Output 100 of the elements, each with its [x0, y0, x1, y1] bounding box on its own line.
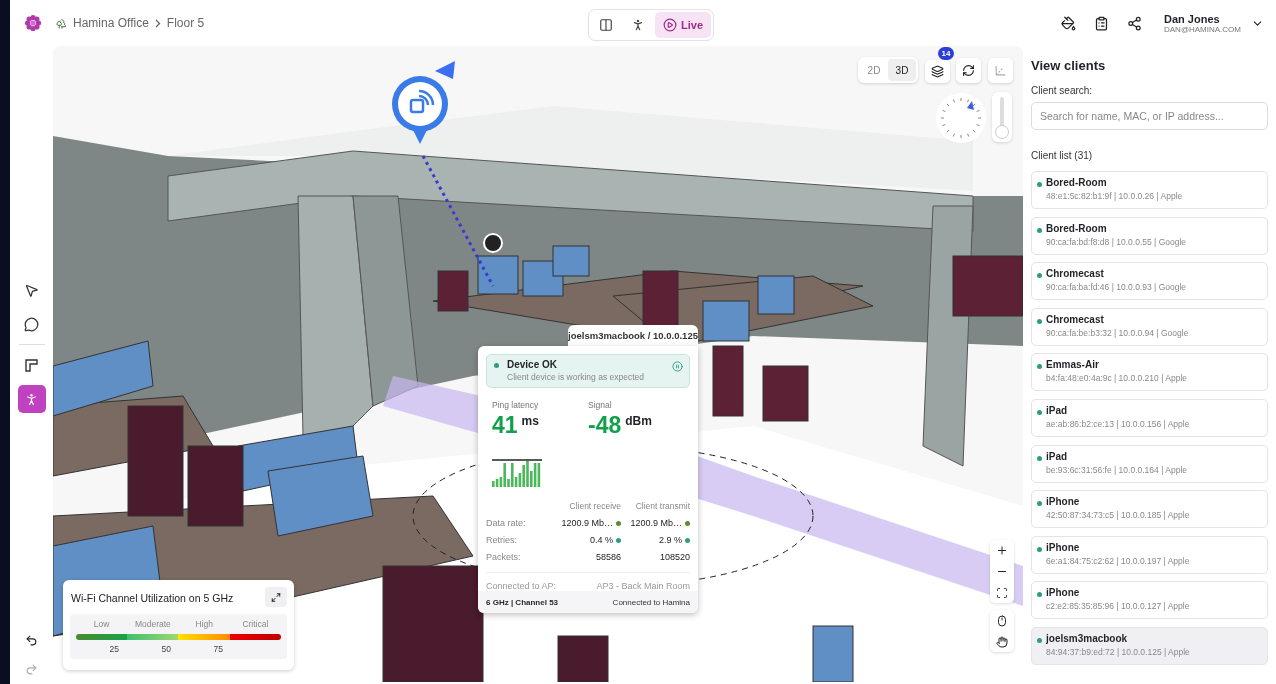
client-name: Chromecast [1046, 268, 1105, 280]
client-name: Emmas-Air [1046, 359, 1100, 371]
client-details: be:93:6c:31:56:fe | 10.0.0.164 | Apple [1046, 464, 1188, 475]
client-name: iPhone [1046, 541, 1081, 553]
legend-title: Wi-Fi Channel Utilization on 5 GHz [71, 592, 234, 604]
logo-icon [24, 14, 42, 32]
wall-corner-icon [24, 357, 39, 373]
legend-tick-label: 50 [160, 644, 172, 654]
user-email: DAN@HAMINA.COM [1164, 24, 1241, 34]
legend-level-label: Low [92, 619, 111, 629]
columns-icon [599, 18, 613, 32]
client-list-item[interactable]: iPhone c2:e2:85:35:85:96 | 10.0.0.127 | Apple [1031, 581, 1268, 620]
hand-icon [996, 635, 1008, 648]
search-field[interactable]: Search for name, MAC, or IP address... [1031, 102, 1268, 130]
client-details: 42:50:87:34:73:c5 | 10.0.0.185 | Apple [1046, 510, 1191, 521]
client-name: iPhone [1046, 496, 1081, 508]
layers-icon [931, 65, 944, 78]
table-value: AP3 - Back Main Room [596, 581, 690, 591]
row-label: Packets: [486, 552, 522, 562]
client-details: b4:fa:48:e0:4a:9c | 10.0.0.210 | Apple [1046, 373, 1188, 384]
table-value: 108520 [659, 552, 690, 562]
table-value: 58586 [595, 552, 621, 562]
client-list-item[interactable]: Bored-Room 90:ca:fa:bd:f8:d8 | 10.0.0.55 | Google [1031, 216, 1268, 255]
chevron-right-icon [154, 18, 161, 28]
row-label: Connected to AP: [486, 581, 557, 591]
client-details: 90:ca:fa:bd:f8:d8 | 10.0.0.55 | Google [1046, 236, 1188, 247]
client-details: 6e:a1:84:75:c2:62 | 10.0.0.197 | Apple [1046, 555, 1191, 566]
client-list-item[interactable]: Bored-Room 48:e1:5c:82:b1:9f | 10.0.0.26 | Apple [1031, 171, 1268, 209]
walk-tool-button[interactable] [17, 385, 46, 413]
client-list-item[interactable]: Emmas-Air b4:fa:48:e0:4a:9c | 10.0.0.210 | Apple [1031, 353, 1268, 392]
person-walking-icon [24, 391, 39, 407]
client-name: Bored-Room [1046, 177, 1108, 188]
undo-icon [25, 634, 38, 647]
pointer-icon [24, 282, 39, 298]
panel-title: View clients [1031, 58, 1107, 73]
view-mode-tab[interactable]: 2D [860, 59, 888, 81]
zoom-slider[interactable] [992, 92, 1012, 142]
metric-value: 41 [492, 412, 518, 439]
status-text: Client device is working as expected [507, 372, 645, 382]
live-mode-tab[interactable]: Live [655, 12, 711, 38]
breadcrumb-link[interactable]: Floor 5 [166, 16, 205, 30]
client-details: c2:e2:85:35:85:96 | 10.0.0.127 | Apple [1046, 601, 1191, 612]
legend-tick-label: 25 [108, 644, 120, 654]
list-title: Client list (31) [1031, 150, 1094, 161]
client-name: iPad [1046, 404, 1069, 416]
client-details: 84:94:37:b9:ed:72 | 10.0.0.125 | Apple [1046, 646, 1191, 657]
expand-button[interactable] [265, 587, 287, 607]
mouse-icon [996, 614, 1008, 627]
fit-view-icon [996, 586, 1008, 599]
metric-label: Ping latency [492, 400, 540, 410]
client-details: ae:ab:86:b2:ce:13 | 10.0.0.156 | Apple [1046, 418, 1191, 429]
redo-icon [25, 663, 38, 676]
client-details: 48:e1:5c:82:b1:9f | 10.0.0.26 | Apple [1046, 191, 1184, 201]
column-header: Client receive [568, 501, 621, 511]
status-title: Device OK [507, 359, 558, 370]
undo-button[interactable] [25, 634, 38, 647]
client-list-item[interactable]: iPhone 42:50:87:34:73:c5 | 10.0.0.185 | Apple [1031, 490, 1268, 529]
client-name: joelsm3macbook [1046, 632, 1129, 644]
tree-icon [56, 17, 67, 29]
client-details: 90:ca:fa:be:b3:32 | 10.0.0.94 | Google [1046, 327, 1190, 338]
legend-tick-label: 75 [212, 644, 224, 654]
legend-level-label: Critical [241, 619, 270, 629]
client-list-item[interactable]: iPad ae:ab:86:b2:ce:13 | 10.0.0.156 | Apple [1031, 398, 1268, 437]
latency-sparkline [492, 457, 544, 487]
paint-bucket-icon [1061, 15, 1076, 31]
client-name: Chromecast [1046, 313, 1105, 325]
client-list-item[interactable]: joelsm3macbook 84:94:37:b9:ed:72 | 10.0.0.125 | Apple [1031, 626, 1268, 665]
band-channel-text: 6 GHz | Channel 53 [486, 597, 559, 607]
play-icon [663, 18, 677, 32]
share-button[interactable] [1127, 15, 1142, 31]
client-list-item[interactable]: iPhone 6e:a1:84:75:c2:62 | 10.0.0.197 | Apple [1031, 535, 1268, 574]
refresh-button[interactable] [956, 58, 981, 83]
legend-level-label: High [194, 619, 214, 629]
row-label: Retries: [486, 535, 518, 545]
column-header: Client transmit [634, 501, 690, 511]
client-name: iPad [1046, 450, 1069, 462]
client-list-item[interactable]: Chromecast 90:ca:fa:ba:fd:46 | 10.0.0.93 | Google [1031, 262, 1268, 301]
connection-text: Connected to Hamina [612, 597, 690, 607]
user-name: Dan Jones [1164, 12, 1221, 25]
breadcrumb-link[interactable]: Hamina Office [73, 16, 149, 30]
client-list-item[interactable]: iPad be:93:6c:31:56:fe | 10.0.0.164 | Apple [1031, 444, 1268, 483]
paint-bucket-button[interactable] [1061, 15, 1076, 31]
person-walking-icon [631, 18, 645, 32]
client-list-item[interactable]: Chromecast 90:ca:fa:be:b3:32 | 10.0.0.94 | Google [1031, 307, 1268, 346]
metric-label: Signal [588, 400, 613, 410]
table-value: 1200.9 Mb… [561, 518, 613, 528]
legend-level-label: Moderate [133, 619, 172, 629]
clipboard-button[interactable] [1094, 15, 1109, 31]
slider-thumb[interactable] [995, 125, 1009, 140]
view-mode-tab[interactable]: 3D [888, 59, 916, 81]
row-label: Data rate: [486, 518, 527, 528]
refresh-icon [962, 64, 975, 77]
plus-icon [996, 544, 1008, 557]
metric-value: -48 [588, 412, 622, 439]
client-name: Bored-Room [1046, 222, 1108, 234]
layers-button[interactable] [925, 60, 950, 83]
client-details: 90:ca:fa:ba:fd:46 | 10.0.0.93 | Google [1046, 282, 1188, 293]
clipboard-icon [1094, 15, 1109, 31]
client-name: iPhone [1046, 587, 1081, 599]
metric-unit: ms [521, 414, 539, 428]
